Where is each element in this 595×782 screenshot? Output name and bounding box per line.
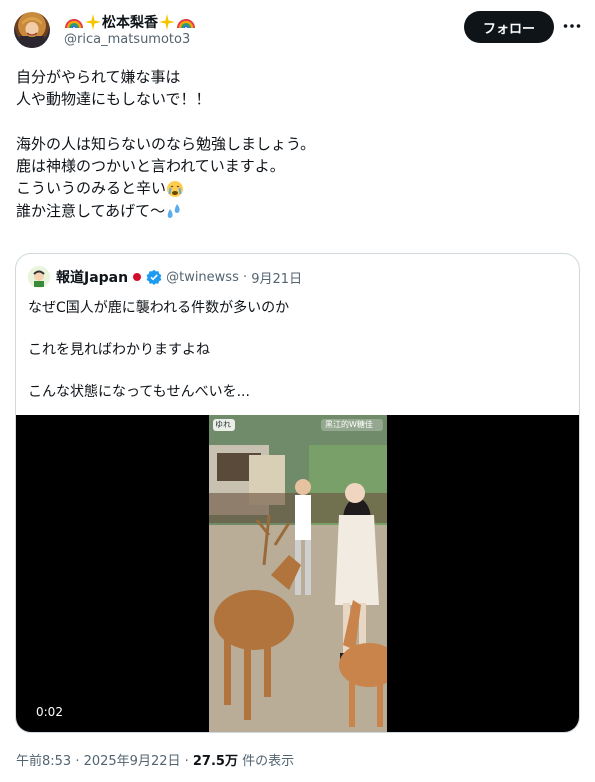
quoted-tweet[interactable]: 報道Japan @twinewss · 9月21日 なぜC国人が鹿に襲われる件数… <box>15 253 580 733</box>
tweet-line: こういうのみると辛い <box>16 179 167 198</box>
post-time[interactable]: 午前8:53 · 2025年9月22日 · <box>16 754 193 769</box>
author-avatar[interactable] <box>14 12 50 48</box>
verified-badge-icon <box>146 269 162 285</box>
tweet-line: 人や動物達にもしないで！！ <box>16 90 211 109</box>
tweet-line-with-emoji: こういうのみると辛い <box>16 177 576 199</box>
video-time-badge: 0:02 <box>30 701 69 723</box>
video-overlay-label: 黒江的W糖佳 <box>325 420 373 429</box>
tweet-line: 海外の人は知らないのなら勉強しましょう。 <box>16 134 316 153</box>
author-name-line[interactable]: 松本梨香 <box>64 12 196 32</box>
tweet-line: 自分がやられて嫌な事は <box>16 68 181 86</box>
tweet-line-with-emoji: 誰か注意してあげて〜 <box>16 200 576 222</box>
crying-face-icon <box>167 180 184 197</box>
quoted-line: こんな状態になってもせんべいを... <box>28 384 250 400</box>
follow-button[interactable]: フォロー <box>464 11 554 43</box>
view-count: 27.5万 <box>192 754 238 769</box>
japan-flag-icon <box>133 273 142 281</box>
rainbow-icon <box>177 19 195 29</box>
tweet-line: 鹿は神様のつかいと言われていますよ。 <box>16 157 285 176</box>
tweet-line: 誰か注意してあげて〜 <box>16 201 166 220</box>
video-frame: ゆれ 黒江的W糖佳 <box>209 415 387 732</box>
rainbow-icon <box>65 19 83 29</box>
author-name[interactable]: 松本梨香 <box>102 12 158 32</box>
quoted-author-avatar[interactable] <box>28 266 50 288</box>
quoted-line: なぜC国人が鹿に襲われる件数が多いのか <box>28 300 290 316</box>
quoted-tweet-text: なぜC国人が鹿に襲われる件数が多いのか これを見ればわかりますよね こんな状態に… <box>28 298 289 403</box>
sweat-droplets-icon <box>167 203 180 218</box>
tweet-text: 自分がやられて嫌な事は 人や動物達にもしないで！！ 海外の人は知らないのなら勉強… <box>16 66 576 222</box>
quoted-author-name[interactable]: 報道Japan <box>56 267 128 287</box>
tweet-header: 松本梨香 @rica_matsumoto3 フォロー <box>0 0 595 60</box>
more-options-button[interactable] <box>560 14 584 38</box>
video-overlay-label: ゆれ <box>215 420 231 429</box>
quoted-tweet-header: 報道Japan @twinewss · 9月21日 <box>28 266 302 288</box>
author-handle[interactable]: @rica_matsumoto3 <box>64 32 190 47</box>
quoted-blank-line <box>28 319 289 340</box>
quoted-date[interactable]: 9月21日 <box>251 268 302 287</box>
views-label: 件の表示 <box>237 754 295 769</box>
tweet-meta: 午前8:53 · 2025年9月22日 · 27.5万 件の表示 <box>16 750 294 769</box>
more-horizontal-icon <box>563 24 581 28</box>
quoted-blank-line <box>28 361 289 382</box>
video-player[interactable]: ゆれ 黒江的W糖佳 0:02 <box>16 415 579 732</box>
quoted-line: これを見ればわかりますよね <box>28 342 210 358</box>
quoted-author-handle[interactable]: @twinewss <box>166 270 239 285</box>
sparkles-icon <box>85 14 101 30</box>
separator-dot: · <box>238 269 252 285</box>
sparkles-icon <box>159 14 175 30</box>
